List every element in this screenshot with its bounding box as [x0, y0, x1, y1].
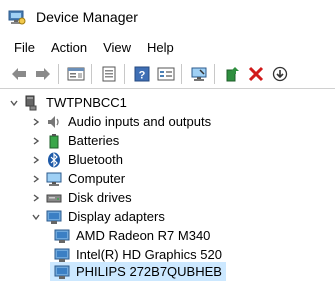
monitor-icon: [46, 171, 62, 187]
tree-root[interactable]: TWTPNBCC1: [8, 93, 127, 112]
chevron-right-icon[interactable]: [30, 112, 42, 131]
forward-arrow-icon[interactable]: [32, 63, 54, 85]
tree-item-label: Display adapters: [68, 209, 165, 224]
tree-item-disk-drives[interactable]: Disk drives: [30, 188, 132, 207]
chevron-right-icon[interactable]: [30, 150, 42, 169]
svg-text:?: ?: [139, 70, 146, 82]
add-driver-icon[interactable]: [221, 63, 243, 85]
tree-root-label: TWTPNBCC1: [46, 95, 127, 110]
display-adapter-icon: [54, 264, 70, 280]
disk-drive-icon: [46, 190, 62, 206]
tree-item-label: Bluetooth: [68, 152, 123, 167]
uninstall-x-icon[interactable]: [245, 63, 267, 85]
display-adapter-icon: [54, 247, 70, 263]
menu-help[interactable]: Help: [139, 40, 182, 55]
toolbar-separator: [214, 64, 215, 84]
device-manager-icon: [8, 9, 26, 25]
tree-item-label: Batteries: [68, 133, 120, 148]
chevron-down-icon[interactable]: [8, 93, 20, 112]
tree-subitem-label: Intel(R) HD Graphics 520: [76, 247, 222, 262]
bluetooth-icon: [46, 152, 62, 168]
toolbar-separator: [181, 64, 182, 84]
properties-icon[interactable]: [65, 63, 87, 85]
menu-bar: File Action View Help: [0, 36, 182, 58]
download-arrow-icon[interactable]: [269, 63, 291, 85]
display-adapter-icon: [54, 228, 70, 244]
show-hidden-icon[interactable]: [155, 63, 177, 85]
tree-subitem-label: AMD Radeon R7 M340: [76, 228, 211, 243]
menu-action[interactable]: Action: [43, 40, 95, 55]
menu-file[interactable]: File: [0, 40, 43, 55]
tree-item-label: Audio inputs and outputs: [68, 114, 212, 129]
tree-item-label: Disk drives: [68, 190, 132, 205]
back-arrow-icon[interactable]: [8, 63, 30, 85]
computer-icon: [24, 95, 40, 111]
speaker-icon: [46, 114, 62, 130]
toolbar-separator: [91, 64, 92, 84]
chevron-right-icon[interactable]: [30, 188, 42, 207]
chevron-right-icon[interactable]: [30, 131, 42, 150]
device-tree: TWTPNBCC1 Audio inputs and outputs Batte…: [0, 89, 335, 281]
help-icon[interactable]: ?: [131, 63, 153, 85]
tree-item-bluetooth[interactable]: Bluetooth: [30, 150, 123, 169]
update-driver-icon[interactable]: [98, 63, 120, 85]
tree-item-display-adapters[interactable]: Display adapters: [30, 207, 165, 226]
window-title: Device Manager: [36, 9, 138, 25]
display-adapter-icon: [46, 209, 62, 225]
tree-subitem-label: PHILIPS 272B7QUBHEB: [76, 264, 222, 279]
tree-item-label: Computer: [68, 171, 126, 186]
tree-item-audio[interactable]: Audio inputs and outputs: [30, 112, 211, 131]
toolbar: ?: [0, 60, 335, 89]
tree-item-batteries[interactable]: Batteries: [30, 131, 119, 150]
menu-view[interactable]: View: [95, 40, 139, 55]
title-bar: Device Manager: [0, 0, 335, 34]
chevron-right-icon[interactable]: [30, 169, 42, 188]
tree-subitem-philips[interactable]: PHILIPS 272B7QUBHEB: [50, 262, 226, 281]
toolbar-separator: [124, 64, 125, 84]
tree-subitem-amd[interactable]: AMD Radeon R7 M340: [50, 226, 210, 245]
toolbar-separator: [58, 64, 59, 84]
scan-hardware-icon[interactable]: [188, 63, 210, 85]
tree-item-computer[interactable]: Computer: [30, 169, 125, 188]
battery-icon: [46, 133, 62, 149]
chevron-down-icon[interactable]: [30, 207, 42, 226]
